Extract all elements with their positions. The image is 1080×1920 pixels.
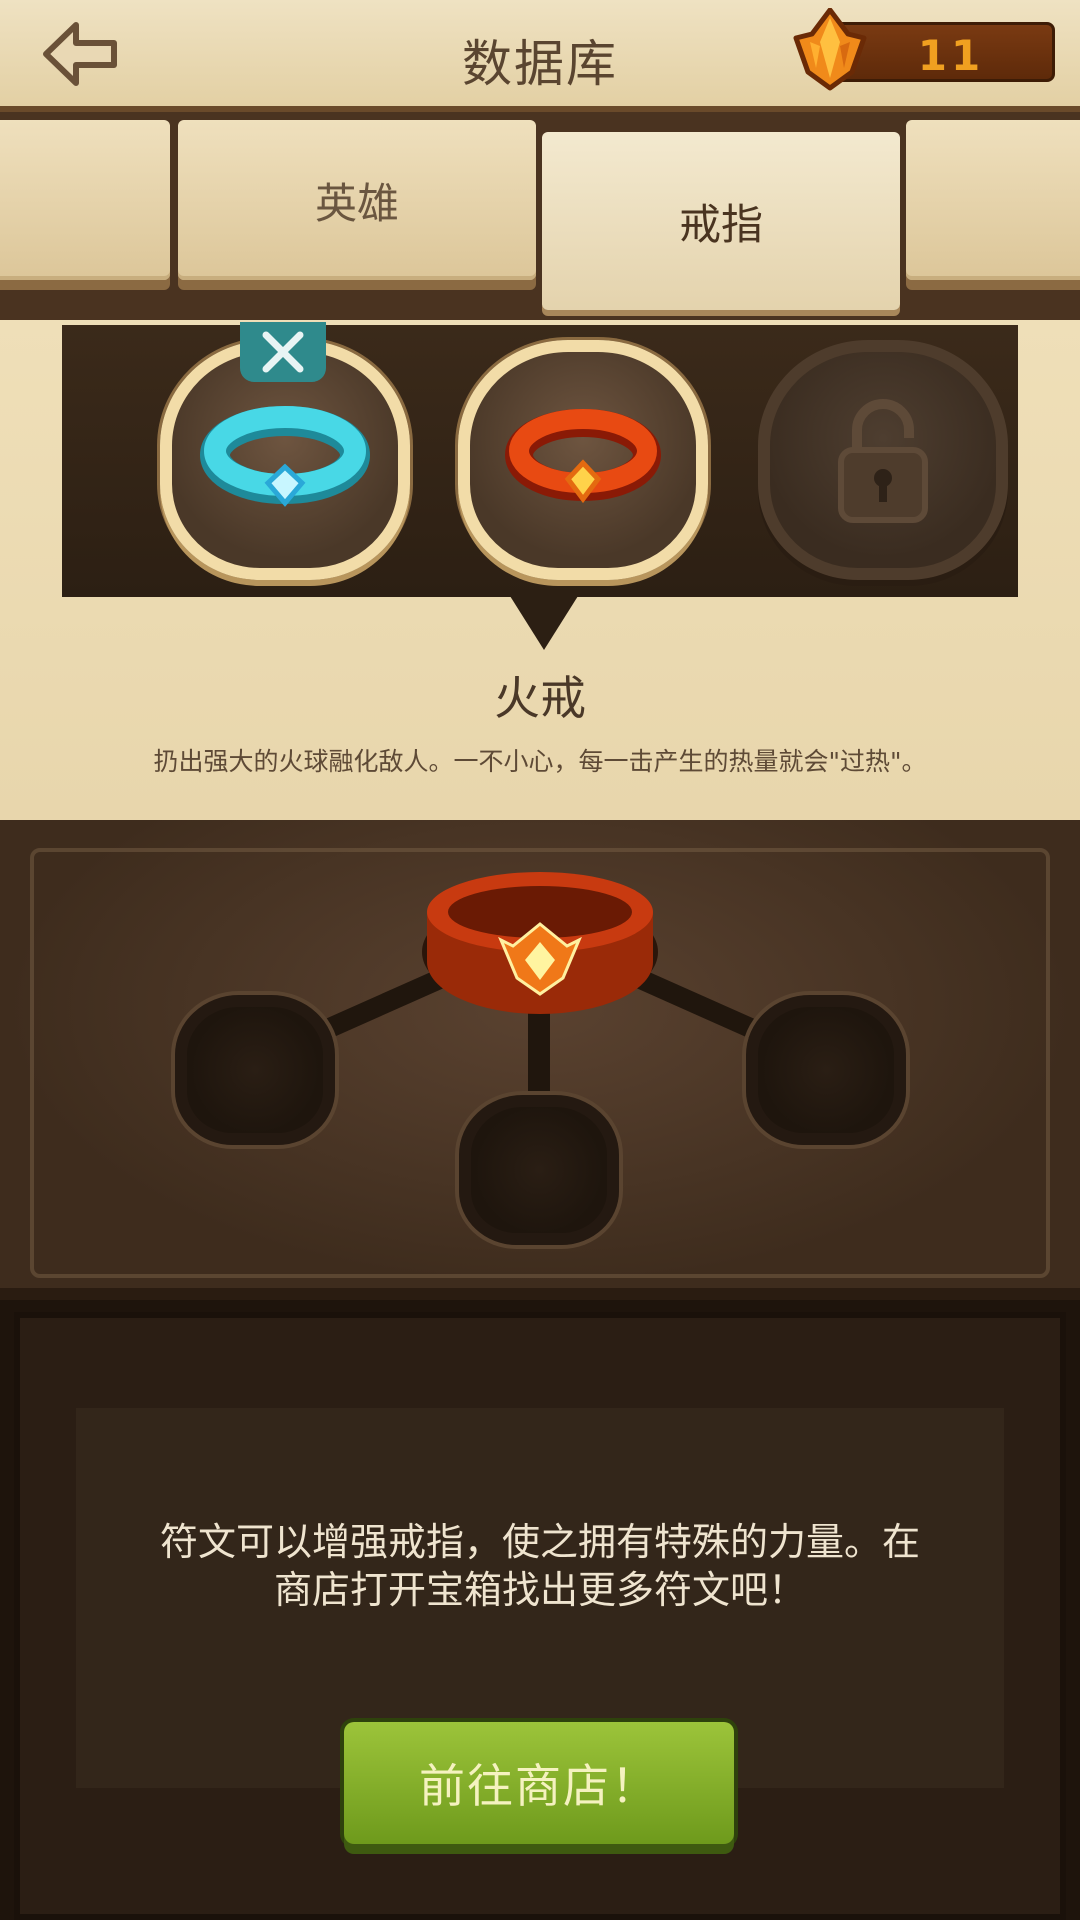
equipped-badge — [240, 322, 326, 382]
shop-button-label: 前往商店！ — [419, 1759, 659, 1813]
padlock-icon — [838, 399, 928, 523]
tab-previous[interactable] — [0, 120, 170, 280]
rune-slot-right[interactable] — [746, 995, 906, 1145]
top-bar: 数据库 11 — [0, 0, 1080, 112]
ring-slot-locked[interactable] — [758, 340, 1008, 580]
rune-slot-left[interactable] — [175, 995, 335, 1145]
crystal-counter[interactable]: 11 — [790, 8, 1055, 91]
fire-ring-large-icon — [422, 872, 658, 1014]
tab-heroes[interactable]: 英雄 — [178, 120, 536, 280]
selection-pointer — [510, 596, 578, 650]
crystal-count: 11 — [917, 31, 985, 80]
rune-connector — [528, 1010, 550, 1100]
rune-info-text: 符文可以增强戒指，使之拥有特殊的力量。在商店打开宝箱找出更多符文吧！ — [160, 1520, 921, 1612]
tab-rings[interactable]: 戒指 — [542, 132, 900, 310]
category-tabs: 英雄 戒指 — [0, 112, 1080, 320]
fire-ring-large — [405, 862, 675, 1022]
ice-ring-icon — [200, 406, 370, 507]
tab-next[interactable] — [906, 120, 1080, 280]
fire-ring-icon — [505, 409, 661, 504]
go-to-shop-button[interactable]: 前往商店！ — [344, 1722, 734, 1844]
crystal-icon — [793, 8, 867, 91]
ring-name: 火戒 — [494, 671, 586, 725]
crossed-swords-icon — [262, 331, 304, 373]
ring-description: 扔出强大的火球融化敌人。一不小心，每一击产生的热量就会"过热"。 — [153, 747, 927, 776]
tab-label: 英雄 — [314, 178, 399, 228]
ring-slot-fire[interactable] — [458, 340, 708, 580]
tab-label: 戒指 — [678, 199, 763, 249]
rune-slot-bottom[interactable] — [459, 1095, 619, 1245]
